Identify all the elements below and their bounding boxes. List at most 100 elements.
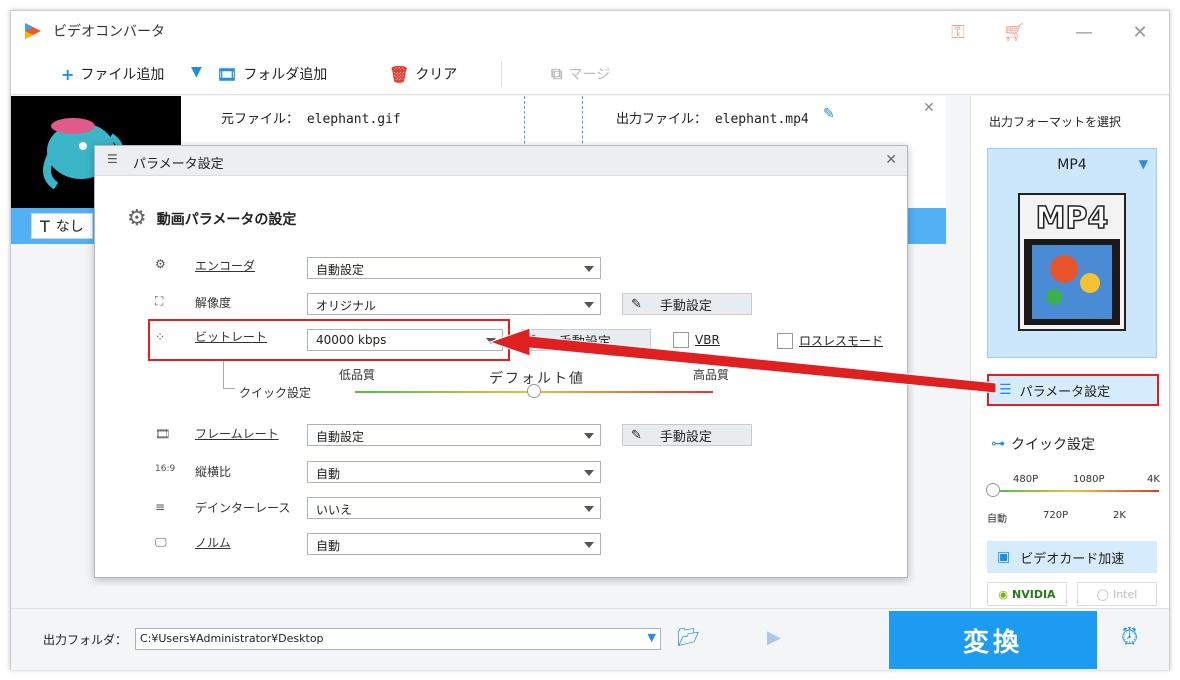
cart-icon[interactable]: 🛒︎ (1001, 19, 1027, 45)
merge-icon: ⧉ (551, 64, 563, 83)
convert-button[interactable]: 変換 (889, 611, 1097, 669)
quick-setting-label: クイック設定 (239, 386, 312, 400)
quality-slider-knob[interactable] (986, 483, 1000, 497)
format-dropdown-icon[interactable]: ▼ (1139, 157, 1148, 171)
output-folder-dropdown-icon[interactable]: ▼ (648, 631, 656, 644)
title-bar: ビデオコンバータ ⚿ 🛒︎ — ✕ (11, 11, 1169, 53)
parameter-settings-dialog: ☰ パラメータ設定 ✕ ⚙ 動画パラメータの設定 ⚙ エンコーダ 自動設定 ⛶ … (94, 145, 908, 578)
clear-button[interactable]: 🗑︎ クリア (389, 64, 457, 84)
dropdown-caret-icon (584, 433, 594, 439)
mp4-format-icon: MP4 (1018, 193, 1126, 331)
alarm-clock-icon[interactable]: ⏰︎ (1121, 625, 1138, 650)
checkbox-box[interactable] (673, 332, 689, 348)
resolution-select[interactable]: オリジナル (307, 293, 601, 315)
dialog-close-icon[interactable]: ✕ (885, 152, 897, 168)
merge-button[interactable]: ⧉ マージ (551, 64, 610, 84)
encoder-icon: ⚙ (155, 257, 166, 271)
resolution-manual-button[interactable]: ✎ 手動設定 (622, 293, 752, 315)
subtitle-select[interactable]: T なし (31, 213, 93, 239)
plus-icon: + (61, 64, 75, 84)
toolbar: + ファイル追加 ▼ 🎞︎ フォルダ追加 🗑︎ クリア ⧉ マージ (11, 53, 1169, 95)
intel-logo-icon: ◯ (1096, 587, 1109, 601)
film-folder-icon: 🎞︎ (217, 64, 238, 84)
pencil-icon: ✎ (530, 332, 541, 348)
parameter-settings-button[interactable]: ☰ パラメータ設定 (987, 374, 1159, 406)
quick-label: 4K (1147, 474, 1160, 485)
resolution-icon: ⛶ (155, 294, 164, 308)
framerate-select[interactable]: 自動設定 (307, 424, 601, 446)
quick-label: 自動 (987, 514, 1007, 525)
quick-label: 2K (1113, 510, 1126, 521)
quick-label: 720P (1043, 510, 1069, 521)
minimize-icon[interactable]: — (1071, 19, 1097, 45)
sliders-icon: ☰ (999, 382, 1012, 398)
dialog-settings-icon: ☰ (107, 152, 118, 166)
framerate-icon: 🎞︎ (155, 427, 171, 441)
resolution-label: 解像度 (195, 296, 232, 310)
video-preview-icon[interactable]: ▶ (767, 627, 781, 648)
open-folder-icon[interactable]: 📂︎ (677, 627, 700, 648)
framerate-manual-button[interactable]: ✎ 手動設定 (622, 424, 752, 446)
output-folder-input[interactable]: C:¥Users¥Administrator¥Desktop ▼ (135, 628, 661, 650)
quality-slider-knob[interactable] (527, 384, 541, 398)
format-selector[interactable]: MP4 ▼ MP4 (987, 148, 1157, 358)
select-format-title: 出力フォーマットを選択 (989, 115, 1122, 129)
app-title: ビデオコンバータ (53, 24, 165, 40)
source-filename: 元ファイル： elephant.gif (221, 112, 401, 127)
output-format-panel: 出力フォーマットを選択 MP4 ▼ MP4 ☰ パラメータ設定 ⊶ クイック設定 (970, 96, 1169, 608)
checkbox-box[interactable] (777, 332, 793, 349)
nvidia-badge: ◉ NVIDIA (987, 582, 1067, 606)
mp4-card-text: MP4 (1035, 200, 1109, 237)
output-filename: 出力ファイル： elephant.mp4 (616, 112, 809, 127)
add-file-dropdown-icon[interactable]: ▼ (191, 64, 202, 80)
slider-icon: ⊶ (991, 436, 1005, 452)
low-quality-label: 低品質 (339, 368, 376, 382)
norm-select[interactable]: 自動 (307, 533, 601, 555)
encoder-label[interactable]: エンコーダ (195, 257, 255, 274)
bitrate-highlight-box (148, 319, 510, 361)
app-logo-icon (25, 23, 41, 39)
norm-label[interactable]: ノルム (195, 534, 231, 551)
lossless-checkbox[interactable]: ロスレスモード (777, 332, 883, 349)
nvidia-eye-icon: ◉ (998, 587, 1009, 601)
quick-label: 480P (1013, 474, 1039, 485)
framerate-label[interactable]: フレームレート (195, 425, 279, 442)
close-window-icon[interactable]: ✕ (1127, 19, 1153, 45)
deinterlace-select[interactable]: いいえ (307, 497, 601, 519)
aspect-select[interactable]: 自動 (307, 461, 601, 483)
dialog-heading: ⚙ 動画パラメータの設定 (127, 206, 297, 231)
format-label: MP4 (1057, 157, 1087, 173)
aspect-label: 縦横比 (195, 465, 232, 479)
quick-settings-title: ⊶ クイック設定 (991, 436, 1095, 453)
bottom-bar: 出力フォルダ： C:¥Users¥Administrator¥Desktop ▼… (11, 608, 1169, 670)
gpu-acceleration-button[interactable]: ▣ ビデオカード加速 (987, 541, 1157, 573)
bitrate-manual-button[interactable]: ✎ 手動設定 (521, 329, 651, 351)
pencil-icon: ✎ (631, 296, 642, 312)
monitor-icon: 🖵︎ (155, 535, 167, 549)
dropdown-caret-icon (584, 266, 594, 272)
deinterlace-icon: ≡ (155, 500, 166, 514)
trash-icon: 🗑︎ (389, 64, 410, 84)
key-icon[interactable]: ⚿ (945, 19, 971, 45)
chip-icon: ▣ (997, 549, 1011, 565)
dialog-title: パラメータ設定 (133, 157, 224, 172)
intel-badge: ◯ Intel (1077, 582, 1157, 606)
dropdown-caret-icon (584, 302, 594, 308)
high-quality-label: 高品質 (693, 368, 730, 382)
encoder-select[interactable]: 自動設定 (307, 257, 601, 279)
add-file-button[interactable]: + ファイル追加 (61, 64, 164, 84)
add-folder-button[interactable]: 🎞︎ フォルダ追加 (217, 64, 327, 84)
dialog-title-bar: ☰ パラメータ設定 ✕ (95, 146, 907, 176)
deinterlace-label: デインターレース (195, 501, 291, 515)
quick-label: 1080P (1073, 474, 1105, 485)
quality-slider-track[interactable] (993, 490, 1159, 492)
dropdown-caret-icon (584, 542, 594, 548)
vbr-checkbox[interactable]: VBR (673, 332, 720, 348)
dropdown-caret-icon (584, 470, 594, 476)
video-gear-icon: ⚙ (127, 206, 147, 231)
aspect-ratio-icon: 16:9 (155, 464, 176, 474)
text-icon: T (40, 216, 50, 236)
edit-pencil-icon[interactable]: ✎ (823, 106, 835, 122)
remove-file-icon[interactable]: ✕ (923, 100, 935, 116)
tree-connector (223, 359, 235, 389)
